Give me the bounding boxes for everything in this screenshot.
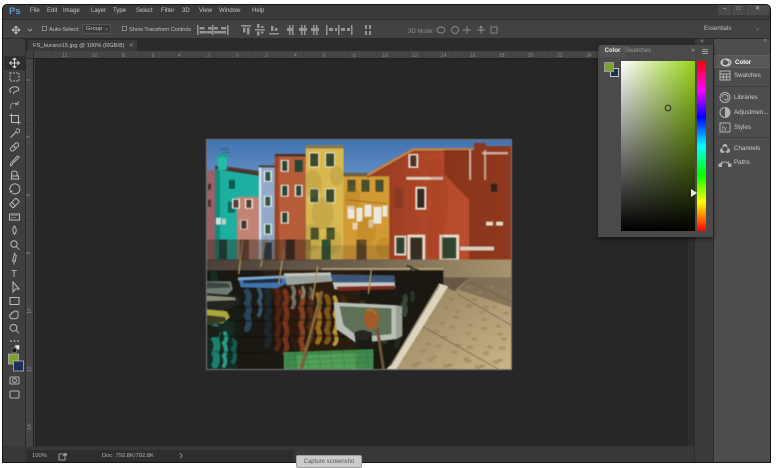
- svg-text:3D Mode:: 3D Mode:: [408, 29, 434, 35]
- svg-text:T: T: [11, 269, 17, 280]
- svg-text:fx: fx: [722, 126, 728, 133]
